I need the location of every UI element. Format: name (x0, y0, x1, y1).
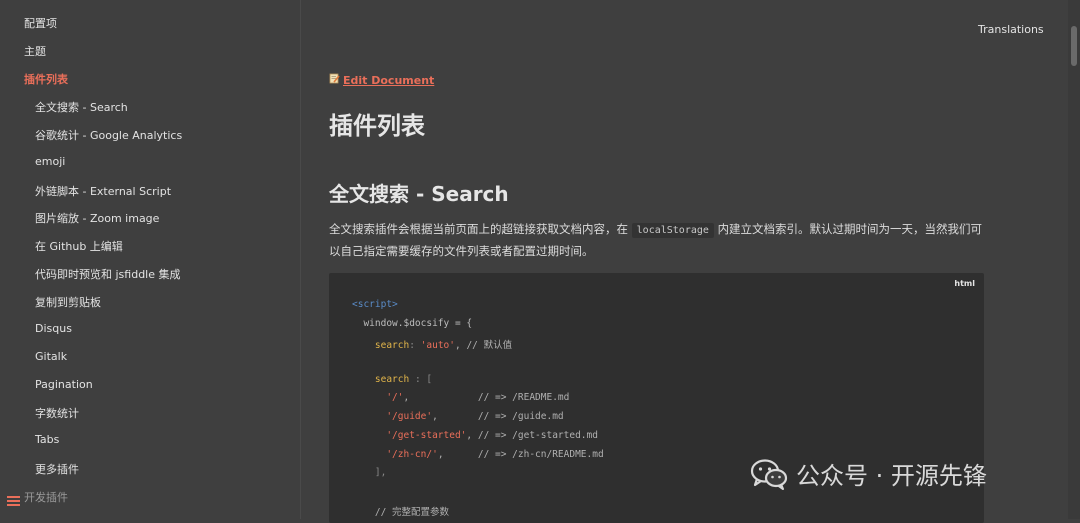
edit-document-link[interactable]: Edit Document (329, 73, 434, 87)
scrollbar[interactable] (1068, 0, 1080, 519)
code-line: '/', // => /README.md (352, 392, 569, 403)
sidebar-item-config[interactable]: 配置项 (24, 15, 57, 31)
watermark: 公众号 · 开源先锋 (750, 456, 987, 491)
section-title-cn: 全文搜索 (329, 182, 409, 206)
section-title: 全文搜索 - Search (329, 178, 509, 207)
code-line: // 完整配置参数 (352, 504, 449, 518)
inline-code-localstorage: localStorage (631, 223, 714, 238)
sidebar-item-edit-on-github[interactable]: 在 Github 上编辑 (35, 238, 123, 254)
sidebar-item-pagination[interactable]: Pagination (35, 378, 93, 391)
sidebar-item-jsfiddle[interactable]: 代码即时预览和 jsfiddle 集成 (35, 266, 181, 282)
edit-document-label[interactable]: Edit Document (343, 74, 434, 87)
code-token-comment: , // => /zh-cn/README.md (437, 449, 604, 460)
code-token-string: '/' (386, 392, 404, 403)
code-token-string: 'auto' (420, 340, 455, 351)
scrollbar-thumb[interactable] (1071, 26, 1077, 66)
code-token-punc: : (409, 340, 421, 351)
code-token-comment: , // => /get-started.md (466, 430, 598, 441)
code-token-string: '/zh-cn/' (386, 449, 438, 460)
sidebar-item-write-plugin[interactable]: 开发插件 (24, 489, 68, 505)
code-token-comment: , // 默认值 (455, 340, 513, 351)
code-line: '/zh-cn/', // => /zh-cn/README.md (352, 449, 604, 460)
code-line: '/guide', // => /guide.md (352, 411, 564, 422)
sidebar-item-word-count[interactable]: 字数统计 (35, 405, 79, 421)
code-token-string: '/guide' (386, 411, 433, 422)
code-token-comment: , // => /guide.md (432, 411, 564, 422)
code-token-tag: <script> (352, 299, 398, 310)
translations-menu[interactable]: Translations (978, 23, 1044, 36)
page-title: 插件列表 (329, 112, 425, 140)
memo-pencil-icon (329, 73, 340, 87)
code-line: search: 'auto', // 默认值 (352, 337, 512, 351)
code-token-string: '/get-started' (386, 430, 467, 441)
sidebar-item-zoom-image[interactable]: 图片缩放 - Zoom image (35, 210, 159, 226)
code-token-comment: , // => /README.md (403, 392, 570, 403)
sidebar-item-copy-clipboard[interactable]: 复制到剪贴板 (35, 294, 101, 310)
code-token-comment: // 完整配置参数 (374, 507, 450, 518)
sidebar: 配置项 主题 插件列表 全文搜索 - Search 谷歌统计 - Google … (0, 0, 301, 519)
code-line: '/get-started', // => /get-started.md (352, 430, 598, 441)
description-part-1: 全文搜索插件会根据当前页面上的超链接获取文档内容，在 (329, 222, 628, 236)
code-token-punc: : [ (409, 374, 433, 385)
docs-page: 配置项 主题 插件列表 全文搜索 - Search 谷歌统计 - Google … (0, 0, 1080, 523)
sidebar-item-external-script[interactable]: 外链脚本 - External Script (35, 183, 171, 199)
sidebar-item-disqus[interactable]: Disqus (35, 322, 72, 335)
code-line: ], (352, 467, 386, 478)
sidebar-item-theme[interactable]: 主题 (24, 43, 46, 59)
sidebar-item-gitalk[interactable]: Gitalk (35, 350, 67, 363)
search-description: 全文搜索插件会根据当前页面上的超链接获取文档内容，在 localStorage … (329, 219, 989, 262)
hamburger-icon[interactable] (7, 496, 20, 508)
watermark-text: 公众号 · 开源先锋 (796, 462, 987, 490)
code-token-key: search (374, 340, 410, 351)
code-line: <script> (352, 299, 398, 310)
wechat-icon (750, 458, 788, 490)
code-token-punc: ], (374, 467, 387, 478)
sidebar-item-google-analytics[interactable]: 谷歌统计 - Google Analytics (35, 127, 182, 143)
code-token-key: search (374, 374, 410, 385)
sidebar-item-emoji[interactable]: emoji (35, 155, 65, 168)
sidebar-item-tabs[interactable]: Tabs (35, 433, 59, 446)
sidebar-item-search[interactable]: 全文搜索 - Search (35, 99, 128, 115)
code-token-text: window.$docsify = { (363, 318, 473, 329)
code-line: search : [ (352, 374, 432, 385)
code-language-label: html (954, 279, 975, 288)
sidebar-item-plugins[interactable]: 插件列表 (24, 71, 68, 87)
section-title-en: - Search (415, 182, 509, 206)
code-line: window.$docsify = { (352, 318, 472, 329)
sidebar-item-more-plugins[interactable]: 更多插件 (35, 461, 79, 477)
